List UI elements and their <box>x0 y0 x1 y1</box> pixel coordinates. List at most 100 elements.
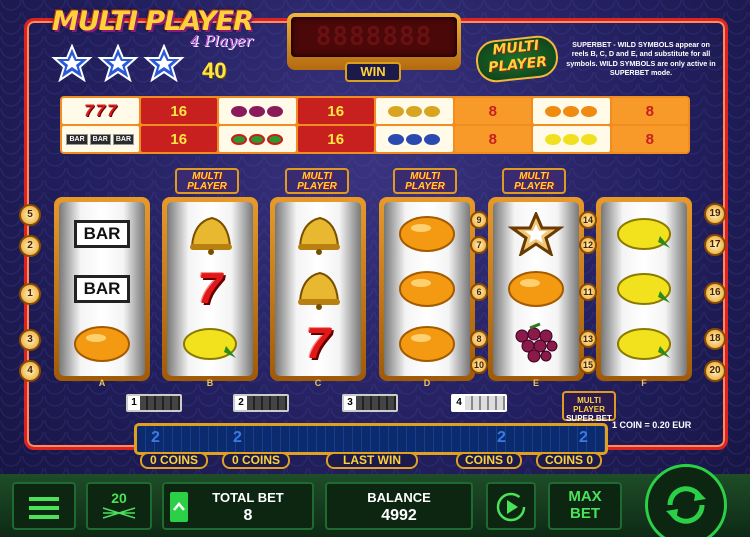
orange-icon <box>545 105 562 117</box>
win-label: WIN <box>345 62 401 82</box>
win-digits: 8888888 <box>291 17 457 57</box>
grapes-icon <box>504 322 568 366</box>
orange-icon <box>395 267 459 311</box>
watermelon-icon <box>267 133 284 145</box>
menu-button[interactable] <box>12 482 76 530</box>
seven-icon: 7 <box>178 263 242 313</box>
bar-symbol: BAR <box>70 267 134 311</box>
line-marker[interactable]: 13 <box>579 330 597 348</box>
balance-value: 4992 <box>381 507 417 524</box>
slot-number: 2 <box>235 396 247 410</box>
orange-icon <box>581 105 598 117</box>
reel-header-b: MULTI PLAYER <box>175 168 239 194</box>
line-marker[interactable]: 4 <box>19 360 41 382</box>
line-marker[interactable]: 2 <box>19 235 41 257</box>
balance-panel: BALANCE 4992 <box>325 482 473 530</box>
orange-icon <box>395 212 459 256</box>
line-marker[interactable]: 3 <box>19 329 41 351</box>
superbet-rules-text: SUPERBET - WILD SYMBOLS appear on reels … <box>566 40 716 77</box>
reel-f <box>596 197 692 381</box>
seven-symbol: 7 <box>197 263 223 313</box>
line-marker[interactable]: 1 <box>19 283 41 305</box>
max-bet-label-2: BET <box>570 505 600 522</box>
bar-symbol-label: BAR <box>74 274 130 303</box>
max-bet-button[interactable]: MAX BET <box>548 482 622 530</box>
line-marker[interactable]: 8 <box>470 330 488 348</box>
line-marker[interactable]: 12 <box>579 236 597 254</box>
line-marker[interactable]: 6 <box>470 283 488 301</box>
paytable-value: 8 <box>611 98 688 124</box>
coins-label: 0 COINS <box>222 452 290 469</box>
bell-icon <box>406 105 423 117</box>
reel-header-e: MULTI PLAYER <box>502 168 566 194</box>
lemon-icon <box>563 133 580 145</box>
reel-letter: D <box>423 378 431 388</box>
reel-letter: E <box>532 378 539 388</box>
line-marker[interactable]: 11 <box>579 283 597 301</box>
coin-value-text: 1 COIN = 0.20 EUR <box>612 420 692 430</box>
bar-symbol: BAR <box>70 212 134 256</box>
lines-count: 40 <box>202 58 227 83</box>
max-bet-label-1: MAX <box>568 488 602 505</box>
reel-c: 7 <box>270 197 366 381</box>
line-marker[interactable]: 18 <box>704 328 726 350</box>
coin-digit: 2 <box>497 429 506 446</box>
seven-icon: 7 <box>106 101 117 120</box>
player-coin-slot[interactable]: 1 <box>126 394 182 412</box>
line-marker[interactable]: 10 <box>470 356 488 374</box>
paytable-value: 8 <box>611 126 688 152</box>
lemon-icon <box>612 267 676 311</box>
superbet-button[interactable]: MULTI PLAYER SUPER BET <box>562 391 616 423</box>
watermelon-icon <box>249 133 266 145</box>
line-marker[interactable]: 17 <box>704 234 726 256</box>
seven-symbol: 7 <box>305 319 331 369</box>
slot-number: 3 <box>344 396 356 410</box>
bell-icon <box>424 105 441 117</box>
bar-symbol-label: BAR <box>74 219 130 248</box>
rating-stars <box>50 44 186 82</box>
line-marker[interactable]: 16 <box>704 282 726 304</box>
autoplay-icon <box>496 492 526 522</box>
slot-digits <box>465 396 505 410</box>
line-marker[interactable]: 7 <box>470 236 488 254</box>
total-bet-panel: TOTAL BET 8 <box>162 482 314 530</box>
paytable-symbols-bells <box>376 98 453 124</box>
line-marker[interactable]: 14 <box>579 211 597 229</box>
player-coin-slot[interactable]: 4 <box>451 394 507 412</box>
line-marker[interactable]: 15 <box>579 356 597 374</box>
watermelon-icon <box>231 133 248 145</box>
line-marker[interactable]: 5 <box>19 204 41 226</box>
line-marker[interactable]: 19 <box>704 203 726 225</box>
bar-chip: BAR <box>89 133 111 145</box>
reel-header-d: MULTI PLAYER <box>393 168 457 194</box>
menu-icon <box>29 497 59 519</box>
spin-button[interactable] <box>645 464 727 537</box>
bar-chip: BAR <box>66 133 88 145</box>
arrow-up-icon <box>173 502 185 511</box>
slot-digits <box>140 396 180 410</box>
balance-label: BALANCE <box>367 490 431 505</box>
paytable-symbols-777: 777 <box>62 98 139 124</box>
paytable-symbols-watermelon <box>219 126 296 152</box>
star-icon <box>143 44 185 82</box>
paytable-value: 8 <box>454 98 531 124</box>
autoplay-button[interactable] <box>486 482 536 530</box>
player-coin-slot[interactable]: 3 <box>342 394 398 412</box>
star-icon <box>504 211 568 256</box>
orange-icon <box>563 105 580 117</box>
player-coin-slot[interactable]: 2 <box>233 394 289 412</box>
orange-icon <box>70 322 134 366</box>
line-marker[interactable]: 9 <box>470 211 488 229</box>
reel-e <box>488 197 584 381</box>
star-icon <box>97 44 139 82</box>
line-marker[interactable]: 20 <box>704 360 726 382</box>
plum-icon <box>406 133 423 145</box>
lines-button[interactable]: 20 <box>86 482 152 530</box>
star-icon <box>51 44 93 82</box>
paytable-symbols-oranges <box>533 98 610 124</box>
reel-letter: F <box>641 378 647 388</box>
game-screen: MULTI PLAYER 4 Player 40 8888888 WIN MUL… <box>0 0 750 537</box>
grapes-icon <box>231 105 248 117</box>
bet-increase-button[interactable] <box>170 492 188 522</box>
bell-icon <box>286 267 350 311</box>
